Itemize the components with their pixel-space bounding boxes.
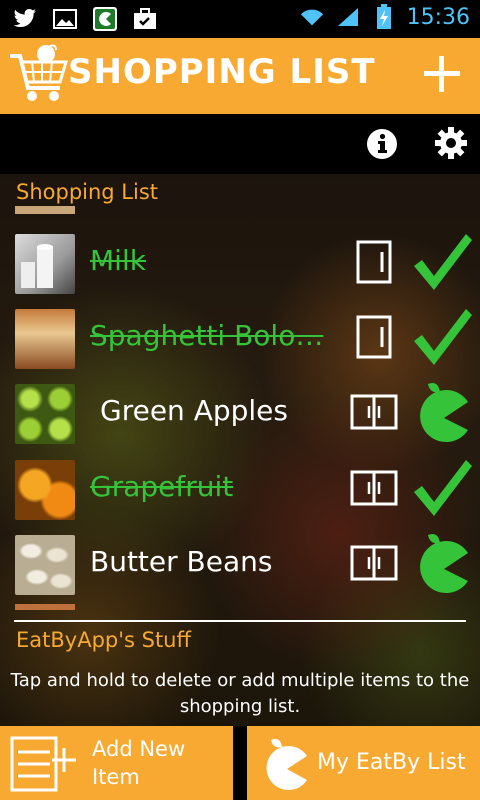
grapefruit-thumbnail	[15, 460, 75, 520]
status-bar-notifications	[12, 6, 158, 32]
add-new-item-button[interactable]: Add New Item	[0, 726, 233, 800]
milk-thumbnail	[15, 234, 75, 294]
signal-icon	[335, 4, 361, 30]
eatby-notification-icon	[92, 6, 118, 32]
info-icon[interactable]	[366, 128, 398, 160]
check-icon[interactable]	[410, 456, 474, 520]
shopping-list-title: Shopping List	[16, 180, 159, 204]
status-bar: 15:36	[0, 0, 480, 38]
shopping-cart-logo-icon	[8, 44, 70, 108]
my-eatby-list-button[interactable]: My EatBy List	[247, 726, 480, 800]
item-name: Butter Beans	[90, 545, 273, 578]
list-item[interactable]: Grapefruit	[0, 454, 480, 528]
briefcase-check-icon	[132, 6, 158, 32]
cupboard-icon[interactable]	[350, 394, 398, 438]
item-name: Spaghetti Bolo…	[90, 319, 324, 352]
my-eatby-list-label: My EatBy List	[317, 750, 466, 775]
item-name: Grapefruit	[90, 470, 234, 503]
partial-list-item	[15, 604, 75, 610]
list-item[interactable]: Milk	[0, 228, 480, 302]
eatby-logo-icon	[257, 736, 313, 792]
status-time: 15:36	[406, 4, 470, 30]
app-bar: SHOPPING LIST	[0, 38, 480, 114]
list-item[interactable]: Spaghetti Bolo…	[0, 303, 480, 377]
butter-beans-thumbnail	[15, 535, 75, 595]
add-new-item-label-line1: Add New	[92, 737, 186, 761]
check-icon[interactable]	[410, 230, 474, 294]
hint-text: Tap and hold to delete or add multiple i…	[10, 670, 470, 717]
eatbyapp-stuff-title: EatByApp's Stuff	[16, 628, 191, 652]
cupboard-icon[interactable]	[350, 545, 398, 589]
fridge-icon[interactable]	[356, 240, 400, 284]
app-title: SHOPPING LIST	[68, 52, 376, 92]
eatby-logo-icon[interactable]	[410, 380, 474, 444]
tab-abc[interactable]: ABC	[173, 130, 216, 154]
check-icon[interactable]	[410, 305, 474, 369]
wifi-icon	[299, 4, 325, 30]
gallery-icon	[52, 6, 78, 32]
list-item[interactable]: Green Apples	[0, 378, 480, 452]
spaghetti-thumbnail	[15, 309, 75, 369]
divider	[14, 620, 466, 622]
list-item[interactable]: Butter Beans	[0, 529, 480, 603]
cupboard-icon[interactable]	[350, 470, 398, 514]
add-new-item-label-line2: Item	[92, 765, 140, 789]
plus-icon	[424, 56, 460, 92]
add-item-button[interactable]	[418, 50, 466, 98]
green-apples-thumbnail	[15, 384, 75, 444]
tab-tags[interactable]: Tags	[257, 130, 301, 154]
gear-icon[interactable]	[434, 126, 468, 160]
item-name: Green Apples	[100, 394, 288, 427]
battery-charging-icon	[371, 4, 397, 30]
twitter-icon	[12, 6, 38, 32]
add-list-icon	[10, 736, 80, 792]
partial-list-item	[15, 206, 75, 214]
item-name: Milk	[90, 244, 146, 277]
tab-most-recent[interactable]: Most Recent	[15, 130, 133, 154]
eatby-logo-icon[interactable]	[410, 531, 474, 595]
fridge-icon[interactable]	[356, 315, 400, 359]
